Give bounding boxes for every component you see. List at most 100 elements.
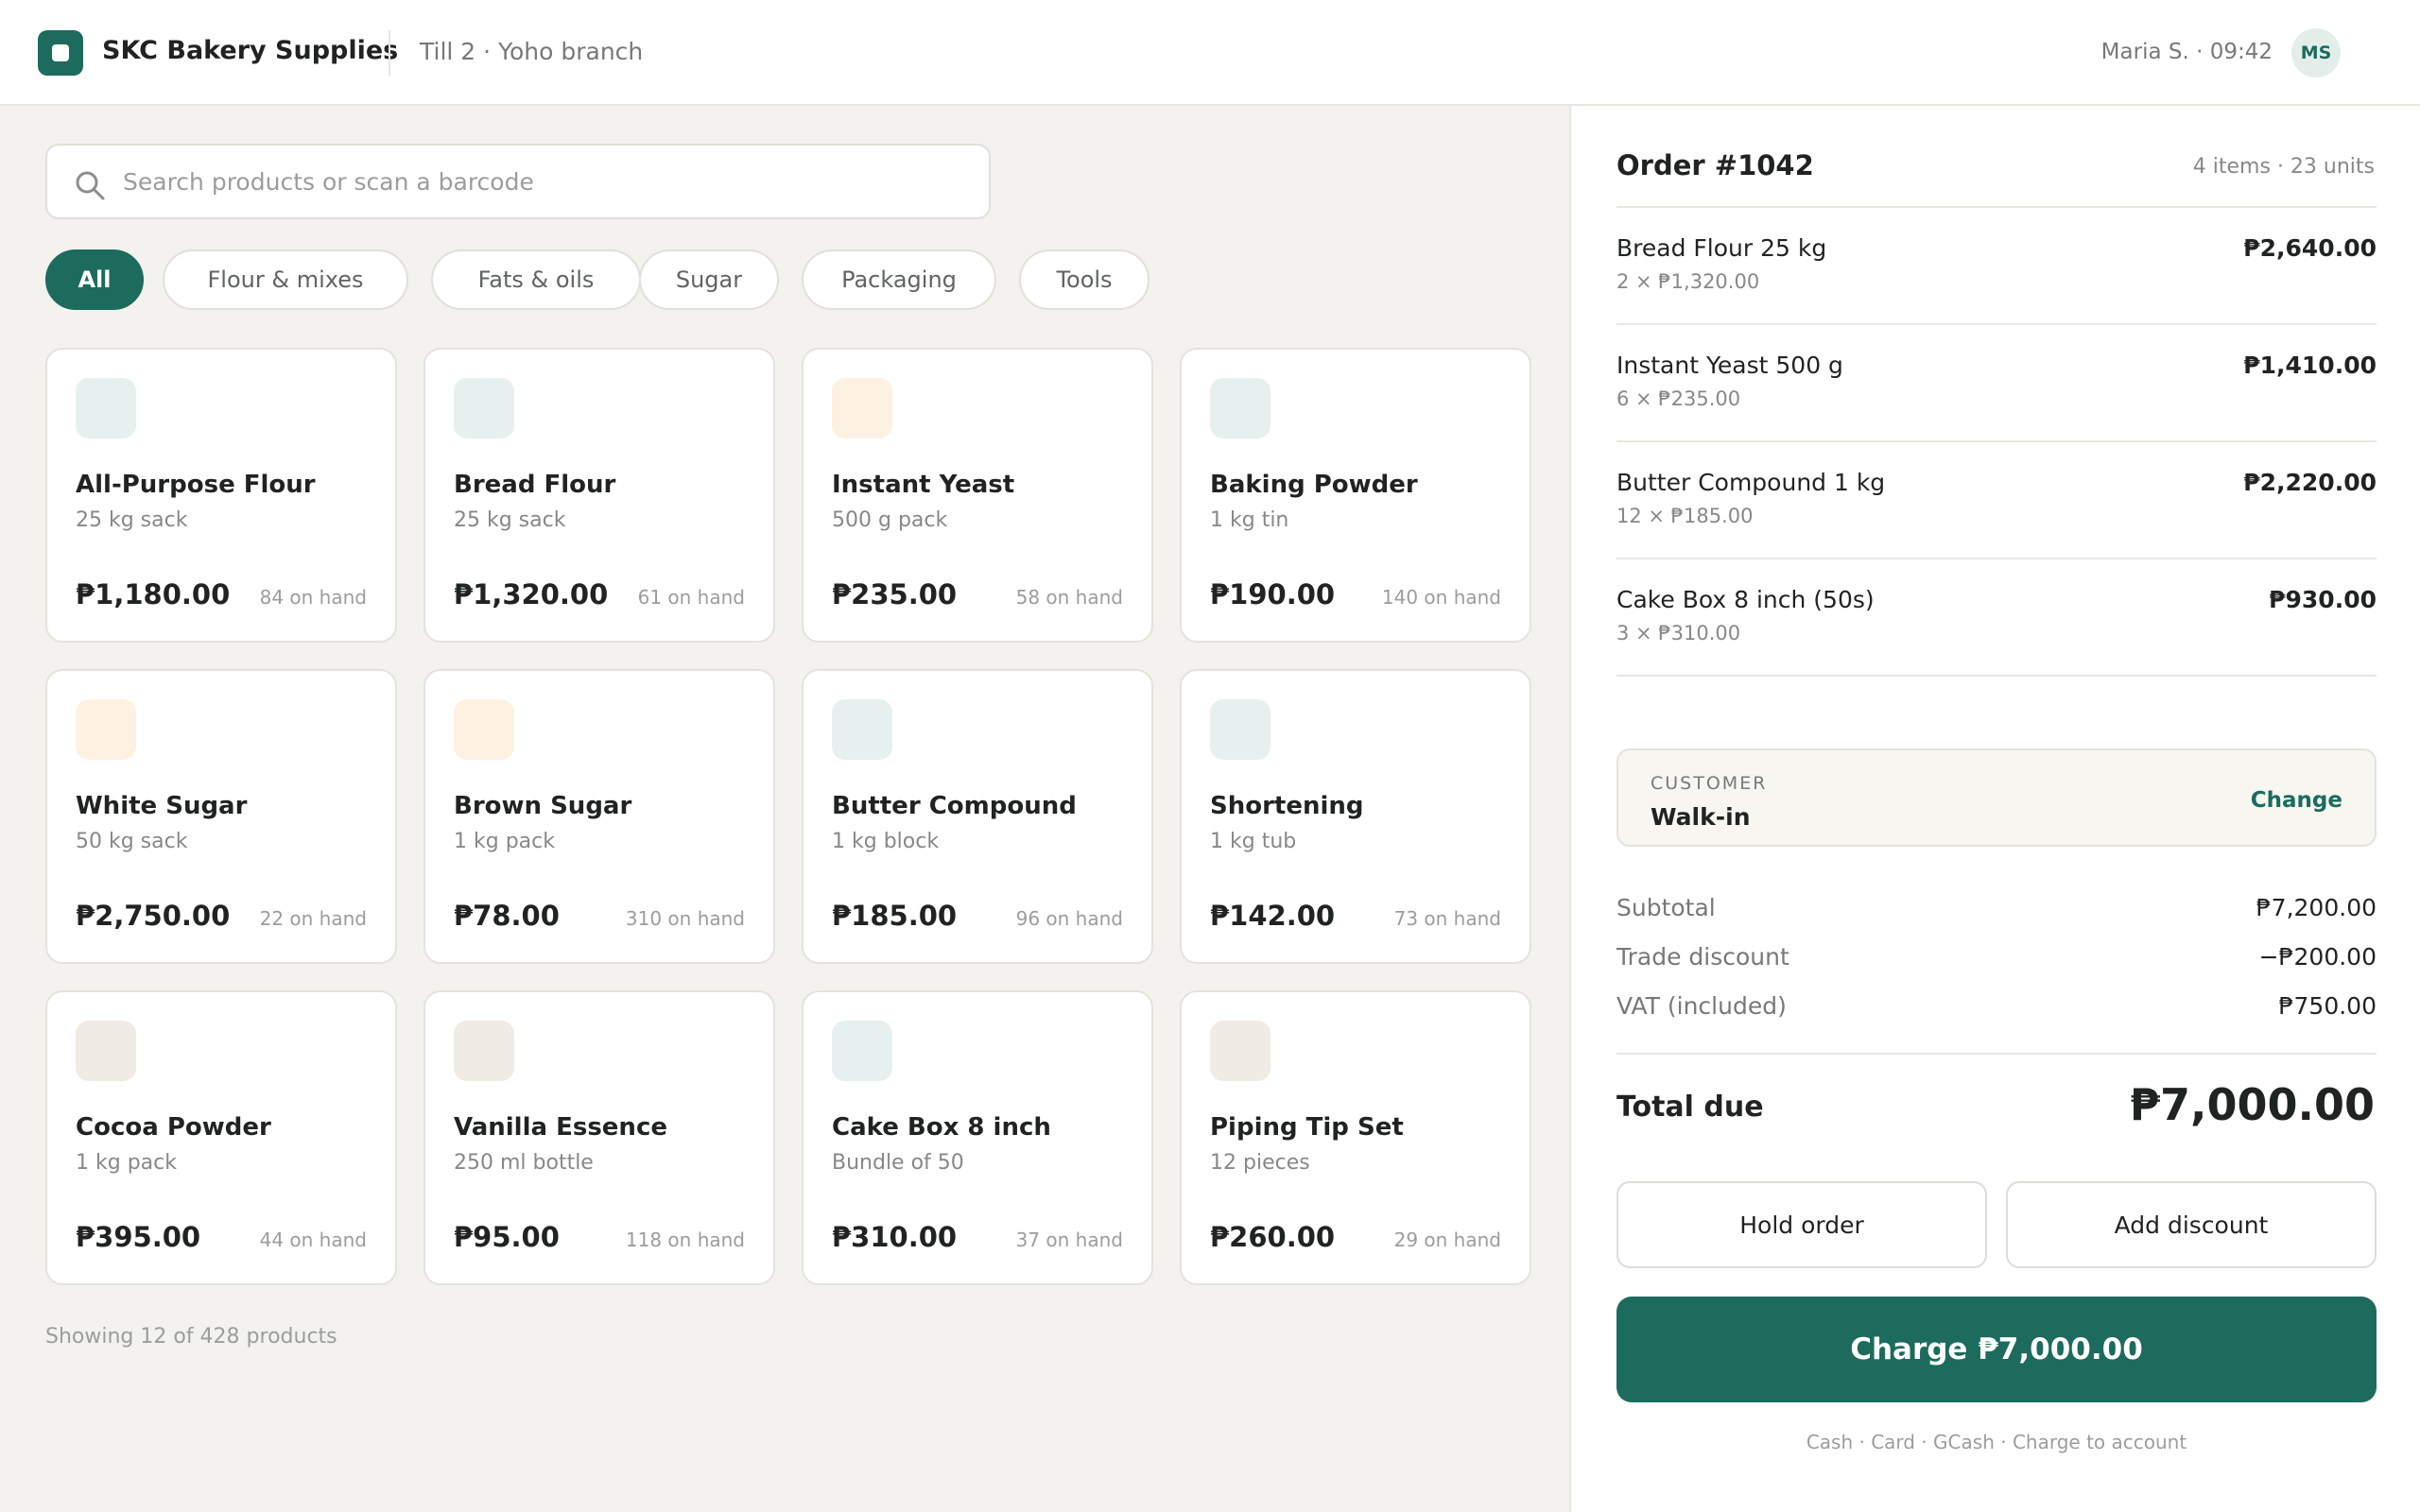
- product-unit: 12 pieces: [1210, 1151, 1310, 1175]
- product-unit: 25 kg sack: [454, 508, 566, 532]
- product-unit: 25 kg sack: [76, 508, 188, 532]
- product-card[interactable]: Baking Powder 1 kg tin ₱190.00 140 on hand: [1180, 348, 1531, 643]
- product-card[interactable]: Piping Tip Set 12 pieces ₱260.00 29 on hand: [1180, 990, 1531, 1285]
- product-card[interactable]: Cake Box 8 inch Bundle of 50 ₱310.00 37 on …: [802, 990, 1153, 1285]
- product-image: [454, 378, 514, 438]
- product-name: All-Purpose Flour: [76, 471, 316, 499]
- cashier-time: Maria S. · 09:42: [2100, 40, 2273, 64]
- product-price: ₱142.00: [1210, 900, 1336, 932]
- product-image: [1210, 699, 1270, 760]
- line-item-qty: 2 × ₱1,320.00: [1616, 270, 1760, 293]
- product-card[interactable]: Shortening 1 kg tub ₱142.00 73 on hand: [1180, 669, 1531, 964]
- order-line[interactable]: Bread Flour 25 kg 2 × ₱1,320.00 ₱2,640.00: [1616, 208, 2377, 325]
- product-image: [76, 1021, 136, 1081]
- product-price: ₱1,320.00: [454, 578, 609, 610]
- category-chip[interactable]: Sugar: [639, 249, 779, 310]
- customer-name: Walk-in: [1651, 803, 1751, 831]
- product-price: ₱235.00: [832, 578, 958, 610]
- total-due-label: Total due: [1616, 1091, 1764, 1124]
- category-chip[interactable]: Packaging: [802, 249, 996, 310]
- product-price: ₱78.00: [454, 900, 560, 932]
- order-line[interactable]: Instant Yeast 500 g 6 × ₱235.00 ₱1,410.00: [1616, 325, 2377, 442]
- summary-value: ₱750.00: [2278, 992, 2377, 1020]
- product-image: [1210, 378, 1270, 438]
- product-image: [76, 699, 136, 760]
- store-logo: [38, 30, 83, 76]
- payment-methods: Cash · Card · GCash · Charge to account: [1806, 1431, 2187, 1453]
- category-chip[interactable]: All: [45, 249, 144, 310]
- hold-order-button[interactable]: Hold order: [1616, 1181, 1987, 1268]
- product-card[interactable]: Butter Compound 1 kg block ₱185.00 96 on ha…: [802, 669, 1153, 964]
- line-item-total: ₱2,640.00: [2243, 234, 2377, 262]
- product-card[interactable]: Bread Flour 25 kg sack ₱1,320.00 61 on hand: [424, 348, 775, 643]
- product-card[interactable]: Vanilla Essence 250 ml bottle ₱95.00 118 on…: [424, 990, 775, 1285]
- product-card[interactable]: Cocoa Powder 1 kg pack ₱395.00 44 on hand: [45, 990, 397, 1285]
- till-branch: Till 2 · Yoho branch: [420, 38, 644, 65]
- product-card[interactable]: All-Purpose Flour 25 kg sack ₱1,180.00 84 o…: [45, 348, 397, 643]
- product-name: Bread Flour: [454, 471, 616, 499]
- product-unit: 1 kg tin: [1210, 508, 1289, 532]
- customer-label: CUSTOMER: [1651, 773, 1768, 794]
- summary-row: Subtotal ₱7,200.00: [1616, 894, 2377, 932]
- charge-button[interactable]: Charge ₱7,000.00: [1616, 1297, 2377, 1402]
- product-name: Vanilla Essence: [454, 1113, 667, 1142]
- order-title: Order #1042: [1616, 149, 1814, 181]
- change-customer-button[interactable]: Change: [2251, 788, 2342, 813]
- product-unit: Bundle of 50: [832, 1151, 964, 1175]
- summary-row: Trade discount −₱200.00: [1616, 943, 2377, 981]
- product-stock: 140 on hand: [1381, 586, 1501, 609]
- product-image: [832, 378, 892, 438]
- product-stock: 73 on hand: [1393, 907, 1501, 930]
- category-chip[interactable]: Fats & oils: [431, 249, 641, 310]
- product-stock: 37 on hand: [1015, 1228, 1123, 1251]
- line-item-qty: 3 × ₱310.00: [1616, 622, 1741, 644]
- product-card[interactable]: White Sugar 50 kg sack ₱2,750.00 22 on hand: [45, 669, 397, 964]
- search-icon: [76, 171, 105, 200]
- search-input[interactable]: [123, 146, 955, 217]
- summary-row: VAT (included) ₱750.00: [1616, 992, 2377, 1030]
- search-box[interactable]: [45, 144, 991, 219]
- customer-card: CUSTOMER Walk-in Change: [1616, 748, 2377, 847]
- product-price: ₱1,180.00: [76, 578, 231, 610]
- line-item-total: ₱2,220.00: [2243, 469, 2377, 496]
- summary-label: Trade discount: [1616, 943, 1789, 971]
- category-chip[interactable]: Tools: [1019, 249, 1150, 310]
- results-count: Showing 12 of 428 products: [45, 1325, 337, 1349]
- add-discount-button[interactable]: Add discount: [2006, 1181, 2377, 1268]
- summary-label: Subtotal: [1616, 894, 1716, 921]
- line-item-name: Bread Flour 25 kg: [1616, 234, 1827, 262]
- order-line[interactable]: Butter Compound 1 kg 12 × ₱185.00 ₱2,220.0…: [1616, 442, 2377, 559]
- product-image: [76, 378, 136, 438]
- line-item-name: Cake Box 8 inch (50s): [1616, 586, 1875, 613]
- line-item-total: ₱1,410.00: [2243, 352, 2377, 379]
- order-line[interactable]: Cake Box 8 inch (50s) 3 × ₱310.00 ₱930.00: [1616, 559, 2377, 677]
- summary-value: ₱7,200.00: [2256, 894, 2377, 921]
- product-card[interactable]: Brown Sugar 1 kg pack ₱78.00 310 on hand: [424, 669, 775, 964]
- product-name: Brown Sugar: [454, 792, 632, 820]
- summary-label: VAT (included): [1616, 992, 1787, 1020]
- product-stock: 44 on hand: [259, 1228, 367, 1251]
- product-unit: 50 kg sack: [76, 830, 188, 853]
- product-unit: 1 kg pack: [454, 830, 555, 853]
- product-image: [832, 699, 892, 760]
- line-item-qty: 12 × ₱185.00: [1616, 505, 1754, 527]
- product-unit: 1 kg block: [832, 830, 940, 853]
- product-name: Cocoa Powder: [76, 1113, 271, 1142]
- product-name: Piping Tip Set: [1210, 1113, 1404, 1142]
- store-name: SKC Bakery Supplies: [102, 36, 399, 65]
- product-image: [832, 1021, 892, 1081]
- product-name: Instant Yeast: [832, 471, 1015, 499]
- category-chip[interactable]: Flour & mixes: [163, 249, 408, 310]
- product-name: Butter Compound: [832, 792, 1077, 820]
- header-divider: [389, 30, 390, 76]
- product-price: ₱260.00: [1210, 1221, 1336, 1253]
- product-stock: 96 on hand: [1015, 907, 1123, 930]
- total-due-value: ₱7,000.00: [2130, 1079, 2375, 1130]
- divider: [1616, 675, 2377, 677]
- product-image: [1210, 1021, 1270, 1081]
- product-price: ₱185.00: [832, 900, 958, 932]
- summary-value: −₱200.00: [2258, 943, 2377, 971]
- product-card[interactable]: Instant Yeast 500 g pack ₱235.00 58 on hand: [802, 348, 1153, 643]
- avatar[interactable]: MS: [2291, 28, 2341, 77]
- line-item-total: ₱930.00: [2269, 586, 2377, 613]
